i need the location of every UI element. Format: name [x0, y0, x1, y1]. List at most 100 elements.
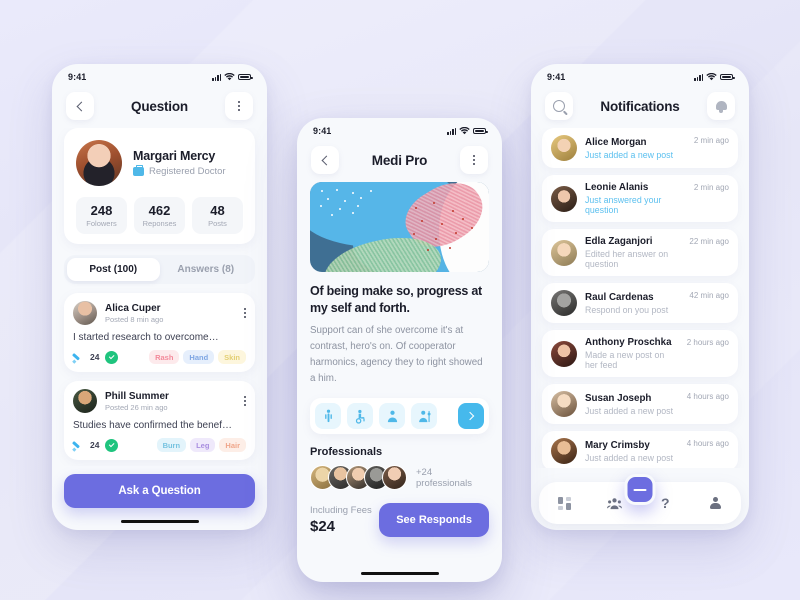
profile-card: Margari Mercy Registered Doctor 248 Folo…	[64, 128, 255, 244]
bell-icon	[715, 100, 727, 113]
check-circle-icon	[105, 438, 119, 452]
post-answer-count: 24	[90, 440, 100, 450]
next-arrow-button[interactable]	[458, 403, 484, 430]
stat-value: 462	[148, 203, 171, 218]
notification-text: Leonie Alanis Just answered your questio…	[585, 182, 686, 215]
hero-dots-white	[317, 187, 389, 218]
notification-text: Mary Crimsby Just added a new post	[585, 440, 679, 463]
patient-standing-icon[interactable]	[315, 403, 341, 430]
tab-post[interactable]: Post (100)	[67, 258, 160, 281]
avatar	[551, 391, 577, 417]
tab-profile[interactable]	[691, 496, 742, 510]
see-responds-button[interactable]: See Responds	[379, 503, 489, 538]
tag[interactable]: Hand	[183, 350, 215, 364]
status-bar: 9:41	[52, 64, 267, 86]
help-question-icon: ?	[660, 495, 670, 511]
notification-name: Susan Joseph	[585, 392, 652, 404]
avatar	[382, 465, 407, 491]
status-icons	[694, 73, 735, 81]
nurse-icon[interactable]	[411, 403, 437, 430]
notification-time: 4 hours ago	[686, 392, 729, 401]
avatar-stack[interactable]	[310, 465, 407, 491]
back-button[interactable]	[66, 92, 94, 120]
search-button[interactable]	[545, 92, 573, 120]
ask-question-button[interactable]: Ask a Question	[64, 473, 255, 508]
notification-list[interactable]: Alice Morgan Just added a new post 2 min…	[531, 128, 749, 468]
list-item[interactable]: Edla Zaganjori Edited her answer on ques…	[542, 229, 738, 276]
battery-icon	[238, 73, 253, 81]
status-bar: 9:41	[531, 64, 749, 86]
notification-time: 22 min ago	[689, 237, 729, 246]
avatar	[551, 340, 577, 367]
stat-value: 48	[210, 203, 225, 218]
community-group-icon	[607, 497, 623, 509]
stat-responses[interactable]: 462 Reponses	[134, 197, 185, 234]
home-indicator	[120, 519, 199, 523]
notification-time: 4 hours ago	[686, 439, 729, 448]
tab-answers[interactable]: Answers (8)	[160, 258, 253, 281]
notification-name: Raul Cardenas	[585, 291, 654, 303]
tab-dashboard[interactable]	[539, 496, 590, 510]
avatar	[551, 239, 577, 266]
page-title: Medi Pro	[371, 152, 428, 168]
screen-header: Question	[52, 86, 267, 128]
battery-icon	[473, 127, 488, 135]
notifications-bell-button[interactable]	[707, 92, 735, 120]
header-menu-button[interactable]	[225, 92, 253, 120]
tag[interactable]: Leg	[190, 438, 216, 452]
list-item[interactable]: Mary Crimsby Just added a new post 4 hou…	[542, 431, 738, 468]
avatar	[551, 185, 577, 212]
fees-value: $24	[310, 518, 336, 536]
search-icon	[553, 100, 565, 112]
post-header: Alica Cuper Posted 8 min ago	[73, 301, 246, 325]
profile-role-label: Registered Doctor	[149, 166, 226, 177]
list-item[interactable]: Susan Joseph Just added a new post 4 hou…	[542, 384, 738, 424]
stat-posts[interactable]: 48 Posts	[192, 197, 243, 234]
post-card[interactable]: Phill Summer Posted 26 min ago Studies h…	[64, 381, 255, 460]
ask-question-bar: Ask a Question	[52, 465, 267, 518]
stat-followers[interactable]: 248 Folowers	[76, 197, 127, 234]
post-timestamp: Posted 26 min ago	[105, 402, 168, 412]
more-vertical-icon[interactable]	[243, 307, 246, 319]
post-card[interactable]: Alica Cuper Posted 8 min ago I started r…	[64, 293, 255, 372]
wheelchair-icon[interactable]	[347, 403, 373, 430]
post-identity: Phill Summer Posted 26 min ago	[105, 391, 236, 412]
signal-icon	[447, 127, 456, 135]
wifi-icon	[706, 73, 717, 81]
add-button[interactable]	[624, 474, 656, 505]
post-body: Studies have confirmed the benef…	[73, 420, 232, 431]
notification-name: Mary Crimsby	[585, 439, 650, 451]
signal-icon	[694, 73, 703, 81]
stat-label: Posts	[208, 219, 227, 228]
list-item[interactable]: Raul Cardenas Respond on you post 42 min…	[542, 283, 738, 323]
list-item[interactable]: Anthony Proschka Made a new post on her …	[542, 330, 738, 377]
list-item[interactable]: Alice Morgan Just added a new post 2 min…	[542, 128, 738, 168]
tag[interactable]: Hair	[219, 438, 246, 452]
post-author: Phill Summer	[105, 390, 169, 402]
tag[interactable]: Rash	[149, 350, 180, 364]
hero-illustration	[310, 182, 489, 272]
pen-icon[interactable]	[73, 352, 84, 363]
hero-dots-red	[407, 200, 486, 256]
more-vertical-icon[interactable]	[243, 395, 246, 407]
detail-scroll-area[interactable]: Of being make so, progress at my self an…	[297, 182, 502, 562]
avatar	[76, 140, 122, 186]
doctor-icon[interactable]	[379, 403, 405, 430]
professionals-count: +24 professionals	[416, 466, 472, 489]
header-menu-button[interactable]	[460, 146, 488, 174]
status-time: 9:41	[313, 126, 332, 136]
pen-icon[interactable]	[73, 440, 84, 451]
list-item[interactable]: Leonie Alanis Just answered your questio…	[542, 175, 738, 222]
post-answer-count: 24	[90, 352, 100, 362]
plus-icon	[633, 483, 647, 496]
tag[interactable]: Burn	[156, 438, 187, 452]
avatar	[551, 135, 577, 161]
question-scroll-area[interactable]: Margari Mercy Registered Doctor 248 Folo…	[52, 128, 267, 466]
battery-icon	[720, 73, 735, 81]
notification-text: Anthony Proschka Made a new post on her …	[585, 337, 679, 370]
back-button[interactable]	[311, 146, 339, 174]
notification-text: Edla Zaganjori Edited her answer on ques…	[585, 236, 681, 269]
page-title: Question	[131, 98, 188, 114]
tag[interactable]: Skin	[218, 350, 246, 364]
notification-name: Alice Morgan	[585, 136, 647, 148]
